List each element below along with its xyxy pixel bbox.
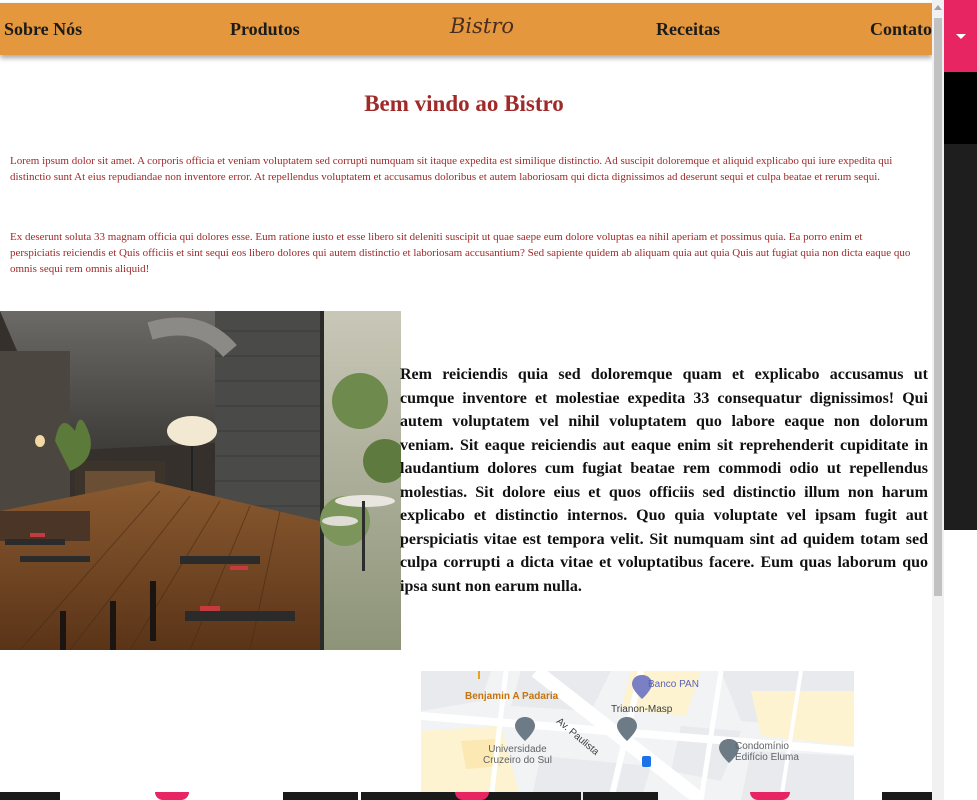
side-panel-block: [944, 144, 977, 530]
footer-block: [882, 792, 932, 800]
intro-paragraph-1: Lorem ipsum dolor sit amet. A corporis o…: [10, 155, 893, 183]
scroll-up-arrow-icon[interactable]: [932, 0, 944, 16]
intro-paragraph-2: Ex deserunt soluta 33 magnam officia qui…: [10, 231, 911, 275]
nav-link-receitas[interactable]: Receitas: [656, 19, 720, 40]
nav-link-produtos[interactable]: Produtos: [230, 19, 300, 40]
vertical-scrollbar[interactable]: [932, 0, 944, 800]
page-title: Bem vindo ao Bistro: [364, 91, 564, 116]
map-label-banco: Banco PAN: [648, 679, 699, 690]
dropdown-toggle-button[interactable]: [944, 0, 977, 72]
footer-block: [0, 792, 60, 800]
scrollbar-thumb[interactable]: [934, 18, 942, 596]
map-label-padaria: Benjamin A Padaria: [465, 691, 559, 702]
page: Sobre Nós Produtos Bistro Receitas Conta…: [0, 0, 932, 800]
footer-block: [583, 792, 658, 800]
location-map[interactable]: Benjamin A Padaria Banco PAN Trianon-Mas…: [421, 671, 854, 800]
navbar: Sobre Nós Produtos Bistro Receitas Conta…: [0, 3, 932, 55]
restaurant-photo: [0, 311, 401, 650]
map-label-universidade: Universidade Cruzeiro do Sul: [483, 744, 552, 766]
nav-link-contato[interactable]: Contato: [870, 19, 932, 40]
side-panel-block: [944, 72, 977, 144]
map-label-metro: Trianon-Masp: [611, 704, 673, 715]
caret-down-icon: [956, 34, 966, 39]
nav-logo[interactable]: Bistro: [450, 14, 514, 38]
footer-icon[interactable]: [750, 792, 790, 800]
nav-link-sobre-nos[interactable]: Sobre Nós: [4, 19, 82, 40]
footer-block: [283, 792, 358, 800]
footer-icon[interactable]: [455, 792, 489, 800]
footer-icon[interactable]: [155, 792, 189, 800]
side-text-paragraph: Rem reiciendis quia sed doloremque quam …: [400, 366, 928, 595]
map-label-condominio: Condomínio Edifício Eluma: [735, 741, 799, 763]
